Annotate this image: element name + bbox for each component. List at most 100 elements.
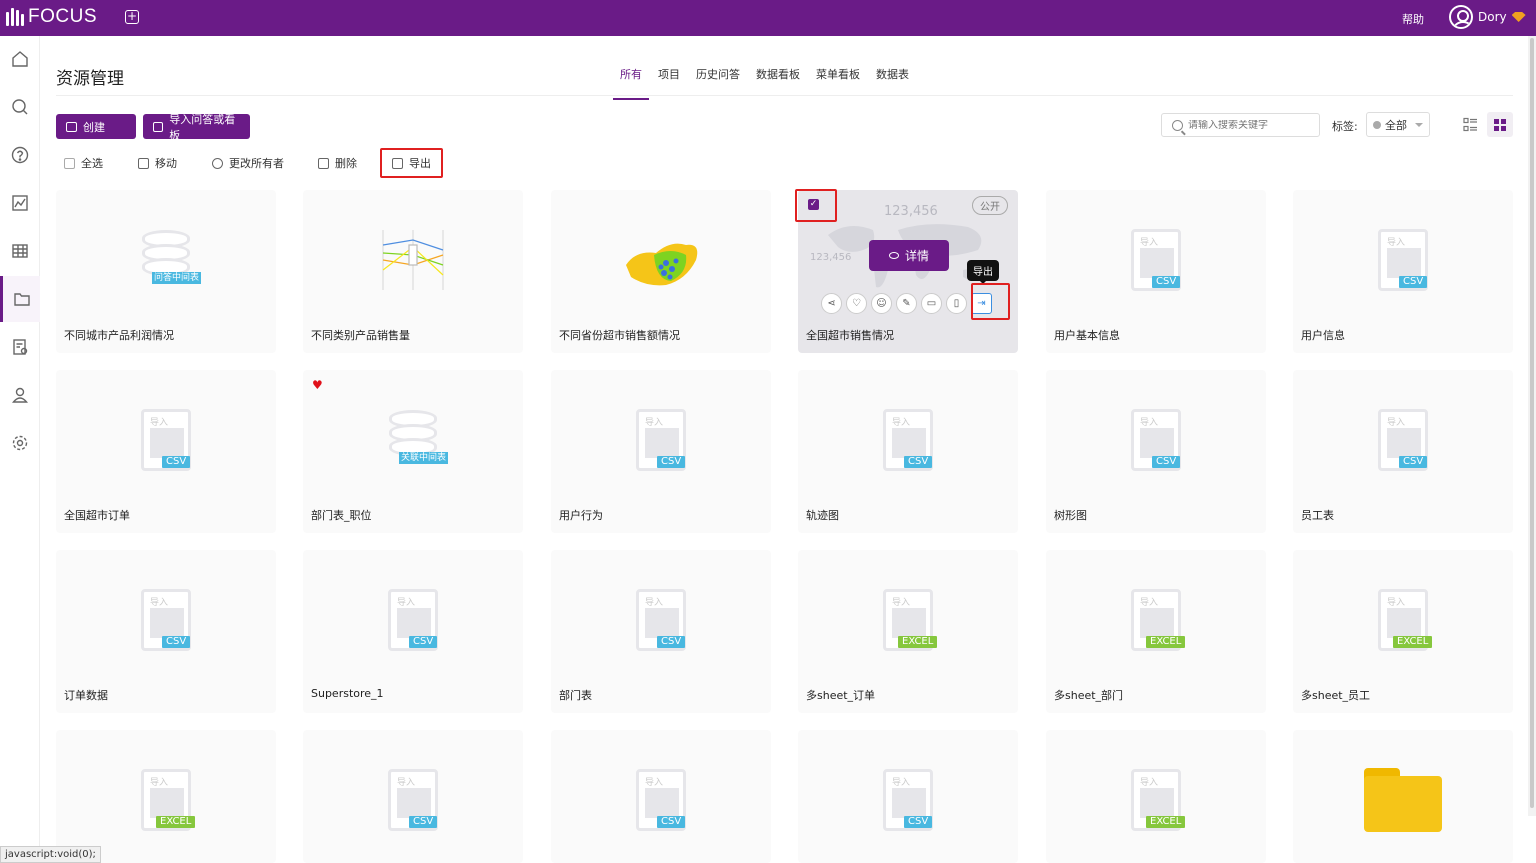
resource-card[interactable]: 导入 CSV Superstore_1	[303, 550, 523, 713]
select-all[interactable]: 全选	[64, 155, 103, 171]
public-badge: 公开	[972, 196, 1008, 215]
chevron-down-icon	[1415, 123, 1423, 131]
import-tag: 导入	[1140, 598, 1159, 608]
search-box[interactable]	[1161, 113, 1320, 137]
app-name: FOCUS	[28, 6, 97, 27]
resource-card[interactable]: 导入 CSV 用户基本信息	[1046, 190, 1266, 353]
import-tag: 导入	[645, 598, 664, 608]
resource-card[interactable]: 导入 EXCEL 多sheet_员工	[1293, 550, 1513, 713]
folder-icon[interactable]	[0, 276, 40, 322]
import-tag: 导入	[892, 598, 911, 608]
grid-view-icon[interactable]	[1487, 112, 1513, 137]
sidebar	[0, 36, 40, 863]
card-name: 订单数据	[64, 689, 108, 702]
trash-icon[interactable]: ▯	[946, 293, 967, 314]
checkbox-highlight	[795, 189, 837, 222]
card-name: 部门表	[559, 689, 592, 702]
delete-button[interactable]: 删除	[318, 155, 357, 171]
app-logo[interactable]: FOCUS	[6, 6, 97, 28]
import-tag: 导入	[150, 778, 169, 788]
card-name: 员工表	[1301, 509, 1334, 522]
resource-card[interactable]	[1293, 730, 1513, 863]
resource-card[interactable]: 导入 EXCEL 多sheet_部门	[1046, 550, 1266, 713]
question-icon[interactable]	[0, 132, 40, 178]
card-badge: CSV	[657, 816, 686, 828]
card-badge: CSV	[904, 816, 933, 828]
excel-file-icon: 导入 EXCEL	[141, 769, 196, 831]
home-icon[interactable]	[0, 36, 40, 82]
resource-card[interactable]: 导入 CSV 用户信息	[1293, 190, 1513, 353]
move-button[interactable]: 移动	[138, 155, 177, 171]
resource-card[interactable]: 不同省份超市销售额情况	[551, 190, 771, 353]
import-button[interactable]: 导入问答或看板	[143, 113, 250, 142]
tag-label: 标签:	[1332, 120, 1358, 133]
card-name: 轨迹图	[806, 509, 839, 522]
resource-card[interactable]: 不同类别产品销售量	[303, 190, 523, 353]
resource-card[interactable]: 导入 CSV 订单数据	[56, 550, 276, 713]
move-folder-icon	[138, 157, 149, 169]
tag-dot-icon	[1373, 120, 1381, 129]
card-name: 树形图	[1054, 509, 1087, 522]
list-view-icon[interactable]	[1463, 117, 1478, 132]
import-tag: 导入	[892, 418, 911, 428]
move-label: 移动	[155, 157, 177, 170]
csv-file-icon: 导入 CSV	[141, 409, 191, 471]
create-label: 创建	[83, 120, 105, 134]
detail-button[interactable]: 详情	[869, 240, 949, 271]
select-all-checkbox[interactable]	[64, 157, 75, 169]
user-icon[interactable]: ☺	[871, 293, 892, 314]
card-name: 部门表_职位	[311, 509, 372, 522]
select-all-label: 全选	[81, 157, 103, 170]
resource-card[interactable]: 导入 CSV 树形图	[1046, 370, 1266, 533]
import-tag: 导入	[1387, 418, 1406, 428]
parallel-chart-icon	[382, 230, 444, 290]
card-badge: 关联中间表	[399, 452, 449, 464]
resource-card[interactable]: 导入 CSV 用户行为	[551, 370, 771, 533]
gear-icon[interactable]	[0, 420, 40, 466]
user-icon[interactable]	[0, 372, 40, 418]
resource-card[interactable]: 导入 CSV 部门表	[551, 550, 771, 713]
csv-file-icon: 导入 CSV	[636, 409, 686, 471]
resource-card[interactable]: 导入 EXCEL 多sheet_订单	[798, 550, 1018, 713]
import-tag: 导入	[397, 778, 416, 788]
data-settings-icon[interactable]	[0, 324, 40, 370]
resource-card[interactable]: 导入 EXCEL	[1046, 730, 1266, 863]
move-folder-icon[interactable]: ▭	[921, 293, 942, 314]
resource-card[interactable]: 导入 CSV	[798, 730, 1018, 863]
csv-file-icon: 导入 CSV	[883, 409, 933, 471]
help-link[interactable]: 帮助	[1402, 11, 1424, 27]
share-icon[interactable]: ⋖	[821, 293, 842, 314]
resource-card[interactable]: 导入 EXCEL	[56, 730, 276, 863]
import-tag: 导入	[150, 598, 169, 608]
resource-card[interactable]: 导入 CSV 员工表	[1293, 370, 1513, 533]
csv-file-icon: 导入 CSV	[1131, 229, 1181, 291]
resource-card[interactable]: 导入 CSV 全国超市订单	[56, 370, 276, 533]
scrollbar[interactable]	[1528, 36, 1536, 816]
add-tab-icon[interactable]: +	[125, 10, 139, 24]
search-icon[interactable]	[0, 84, 40, 130]
card-name: Superstore_1	[311, 687, 384, 700]
search-input[interactable]	[1188, 119, 1308, 131]
change-owner-button[interactable]: 更改所有者	[212, 155, 284, 171]
export-tooltip: 导出	[967, 260, 999, 284]
resource-card[interactable]: 导入 CSV	[551, 730, 771, 863]
card-name: 多sheet_部门	[1054, 689, 1124, 702]
import-label: 导入问答或看板	[169, 112, 236, 142]
edit-icon[interactable]: ✎	[896, 293, 917, 314]
folder-icon	[1364, 768, 1442, 832]
resource-card[interactable]: 问答中间表 不同城市产品利润情况	[56, 190, 276, 353]
resource-card[interactable]: 导入 CSV 轨迹图	[798, 370, 1018, 533]
dashboard-icon[interactable]	[0, 180, 40, 226]
import-tag: 导入	[1387, 598, 1406, 608]
resource-card[interactable]: ♥ 关联中间表 部门表_职位	[303, 370, 523, 533]
export-icon-highlight	[971, 283, 1010, 320]
tag-select[interactable]: 全部	[1366, 112, 1430, 137]
csv-file-icon: 导入 CSV	[636, 769, 686, 831]
heart-icon[interactable]: ♡	[846, 293, 867, 314]
table-icon[interactable]	[0, 228, 40, 274]
user-menu[interactable]: Dory	[1449, 5, 1526, 29]
resource-card[interactable]: 导入 CSV	[303, 730, 523, 863]
header-divider	[56, 95, 1513, 96]
create-button[interactable]: 创建	[56, 114, 136, 139]
card-name: 多sheet_订单	[806, 689, 876, 702]
